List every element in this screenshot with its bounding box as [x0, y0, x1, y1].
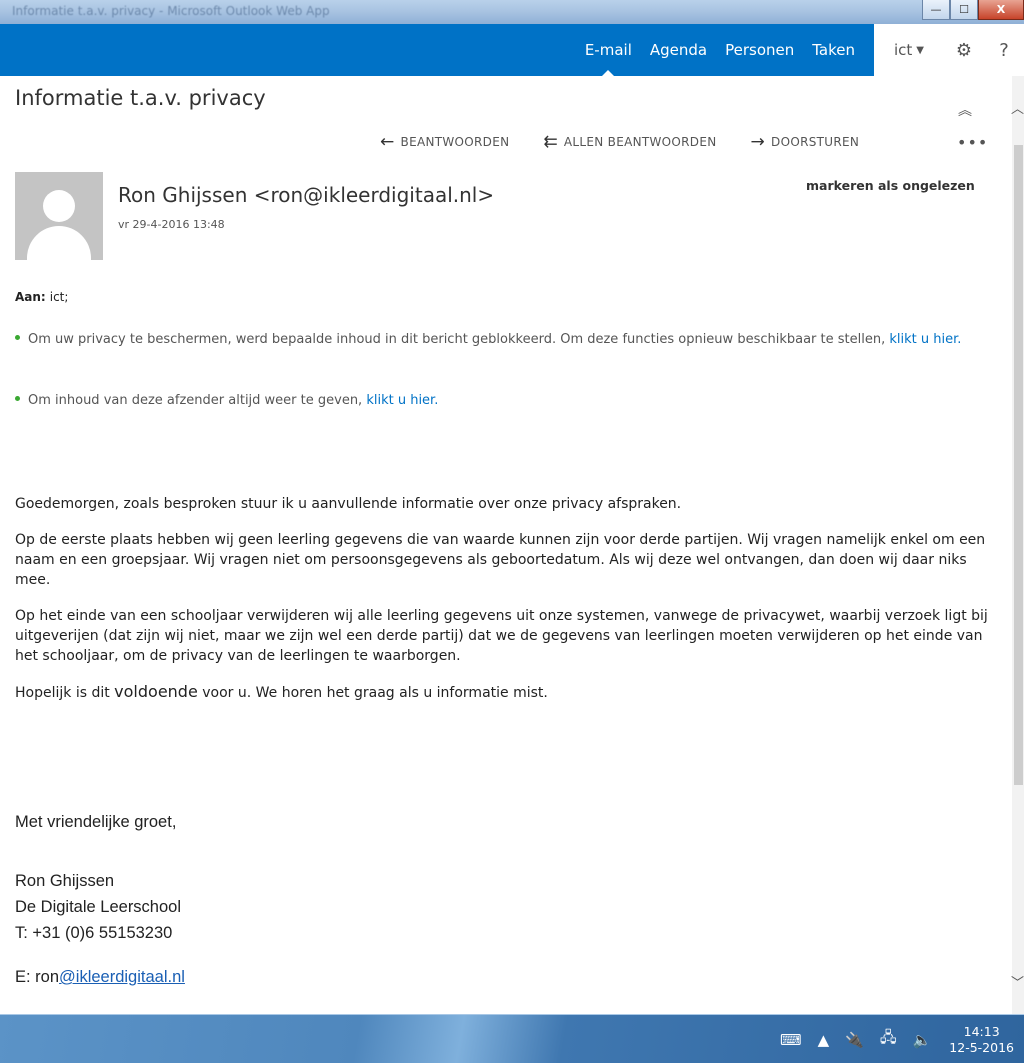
forward-label: DOORSTUREN: [771, 135, 860, 149]
reply-all-label: ALLEN BEANTWOORDEN: [563, 135, 717, 149]
reply-button[interactable]: ← BEANTWOORDEN: [380, 132, 509, 152]
volume-icon[interactable]: 🔈: [913, 1031, 932, 1049]
to-value[interactable]: ict;: [50, 290, 69, 304]
body-paragraph: Goedemorgen, zoals besproken stuur ik u …: [15, 496, 682, 512]
message-date: vr 29-4-2016 13:48: [118, 218, 225, 231]
maximize-button[interactable]: ☐: [950, 0, 978, 20]
show-content-text: Om inhoud van deze afzender altijd weer …: [28, 393, 367, 408]
body-paragraph: Op de eerste plaats hebben wij geen leer…: [15, 532, 986, 588]
scroll-up-icon[interactable]: ︿: [1011, 98, 1024, 117]
signature-email: E: ron@ikleerdigitaal.nl: [15, 968, 185, 987]
avatar-body: [27, 226, 91, 260]
more-options-icon[interactable]: •••: [957, 133, 988, 152]
message-body: Goedemorgen, zoals besproken stuur ik u …: [15, 494, 1005, 719]
clock-date: 12-5-2016: [949, 1039, 1014, 1055]
show-content-notice: Om inhoud van deze afzender altijd weer …: [15, 391, 975, 411]
bullet-icon: [15, 335, 20, 340]
mark-unread-link[interactable]: markeren als ongelezen: [806, 178, 975, 193]
gear-icon[interactable]: ⚙: [944, 24, 984, 76]
avatar-head: [43, 190, 75, 222]
help-icon[interactable]: ?: [984, 24, 1024, 76]
to-label: Aan:: [15, 290, 46, 304]
email-prefix: E: ron: [15, 968, 60, 986]
privacy-notice: Om uw privacy te beschermen, werd bepaal…: [15, 330, 975, 350]
network-icon[interactable]: 🖧: [880, 1027, 897, 1052]
message-actions: ← BEANTWOORDEN ⇇ ALLEN BEANTWOORDEN → DO…: [380, 132, 893, 152]
clock[interactable]: 14:13 12-5-2016: [949, 1024, 1014, 1056]
body-text-part: voor u. We horen het graag als u informa…: [197, 685, 548, 701]
user-name: ict: [894, 41, 913, 59]
keyboard-icon[interactable]: ⌨: [780, 1031, 802, 1049]
body-paragraph: Hopelijk is dit voldoende voor u. We hor…: [15, 682, 1005, 703]
power-icon[interactable]: 🔌: [845, 1031, 864, 1049]
signature-phone: T: +31 (0)6 55153230: [15, 924, 173, 942]
avatar: [15, 172, 103, 260]
signature-company: De Digitale Leerschool: [15, 898, 182, 916]
arrow-left-icon: ←: [380, 132, 395, 152]
minimize-button[interactable]: —: [922, 0, 950, 20]
reply-all-button[interactable]: ⇇ ALLEN BEANTWOORDEN: [543, 132, 716, 152]
chevron-down-icon: ▼: [916, 44, 924, 56]
scrollbar-thumb[interactable]: [1014, 145, 1023, 785]
collapse-icon[interactable]: ︽: [958, 100, 972, 120]
bullet-icon: [15, 396, 20, 401]
body-paragraph: Op het einde van een schooljaar verwijde…: [15, 608, 988, 664]
app-nav-bar: E-mail Agenda Personen Taken ict ▼ ⚙ ?: [0, 24, 1024, 76]
nav-item-personen[interactable]: Personen: [716, 24, 803, 76]
signature-name: Ron Ghijssen: [15, 872, 115, 890]
signature-greeting: Met vriendelijke groet,: [15, 813, 177, 831]
arrow-right-icon: →: [750, 132, 766, 152]
show-hidden-icons-icon[interactable]: ▲: [818, 1031, 830, 1049]
window-title-bar[interactable]: Informatie t.a.v. privacy - Microsoft Ou…: [0, 0, 1024, 24]
privacy-notice-text: Om uw privacy te beschermen, werd bepaal…: [28, 332, 890, 347]
reply-label: BEANTWOORDEN: [400, 135, 510, 149]
nav-item-agenda[interactable]: Agenda: [641, 24, 716, 76]
system-tray: ⌨ ▲ 🔌 🖧 🔈 14:13 12-5-2016: [772, 1015, 1014, 1064]
close-button[interactable]: X: [978, 0, 1024, 20]
nav-item-email[interactable]: E-mail: [576, 24, 641, 76]
body-text-part: Hopelijk is dit: [15, 685, 115, 701]
email-link[interactable]: @ikleerdigitaal.nl: [59, 968, 185, 986]
message-subject: Informatie t.a.v. privacy: [15, 86, 266, 110]
double-arrow-left-icon: ⇇: [543, 132, 558, 152]
privacy-notice-link[interactable]: klikt u hier.: [889, 332, 961, 347]
sender-name[interactable]: Ron Ghijssen <ron@ikleerdigitaal.nl>: [118, 183, 494, 207]
forward-button[interactable]: → DOORSTUREN: [751, 132, 860, 152]
window-title: Informatie t.a.v. privacy - Microsoft Ou…: [12, 4, 330, 18]
nav-items: E-mail Agenda Personen Taken ict ▼ ⚙ ?: [576, 24, 1024, 76]
recipient-line: Aan: ict;: [15, 290, 68, 304]
show-content-link[interactable]: klikt u hier.: [366, 393, 438, 408]
body-text-emphasis: voldoende: [114, 682, 198, 701]
user-menu[interactable]: ict ▼: [874, 24, 944, 76]
scroll-down-icon[interactable]: ﹀: [1011, 972, 1024, 991]
nav-item-taken[interactable]: Taken: [803, 24, 864, 76]
clock-time: 14:13: [963, 1023, 1000, 1039]
window-controls: — ☐ X: [922, 0, 1024, 22]
taskbar: ⌨ ▲ 🔌 🖧 🔈 14:13 12-5-2016: [0, 1014, 1024, 1063]
